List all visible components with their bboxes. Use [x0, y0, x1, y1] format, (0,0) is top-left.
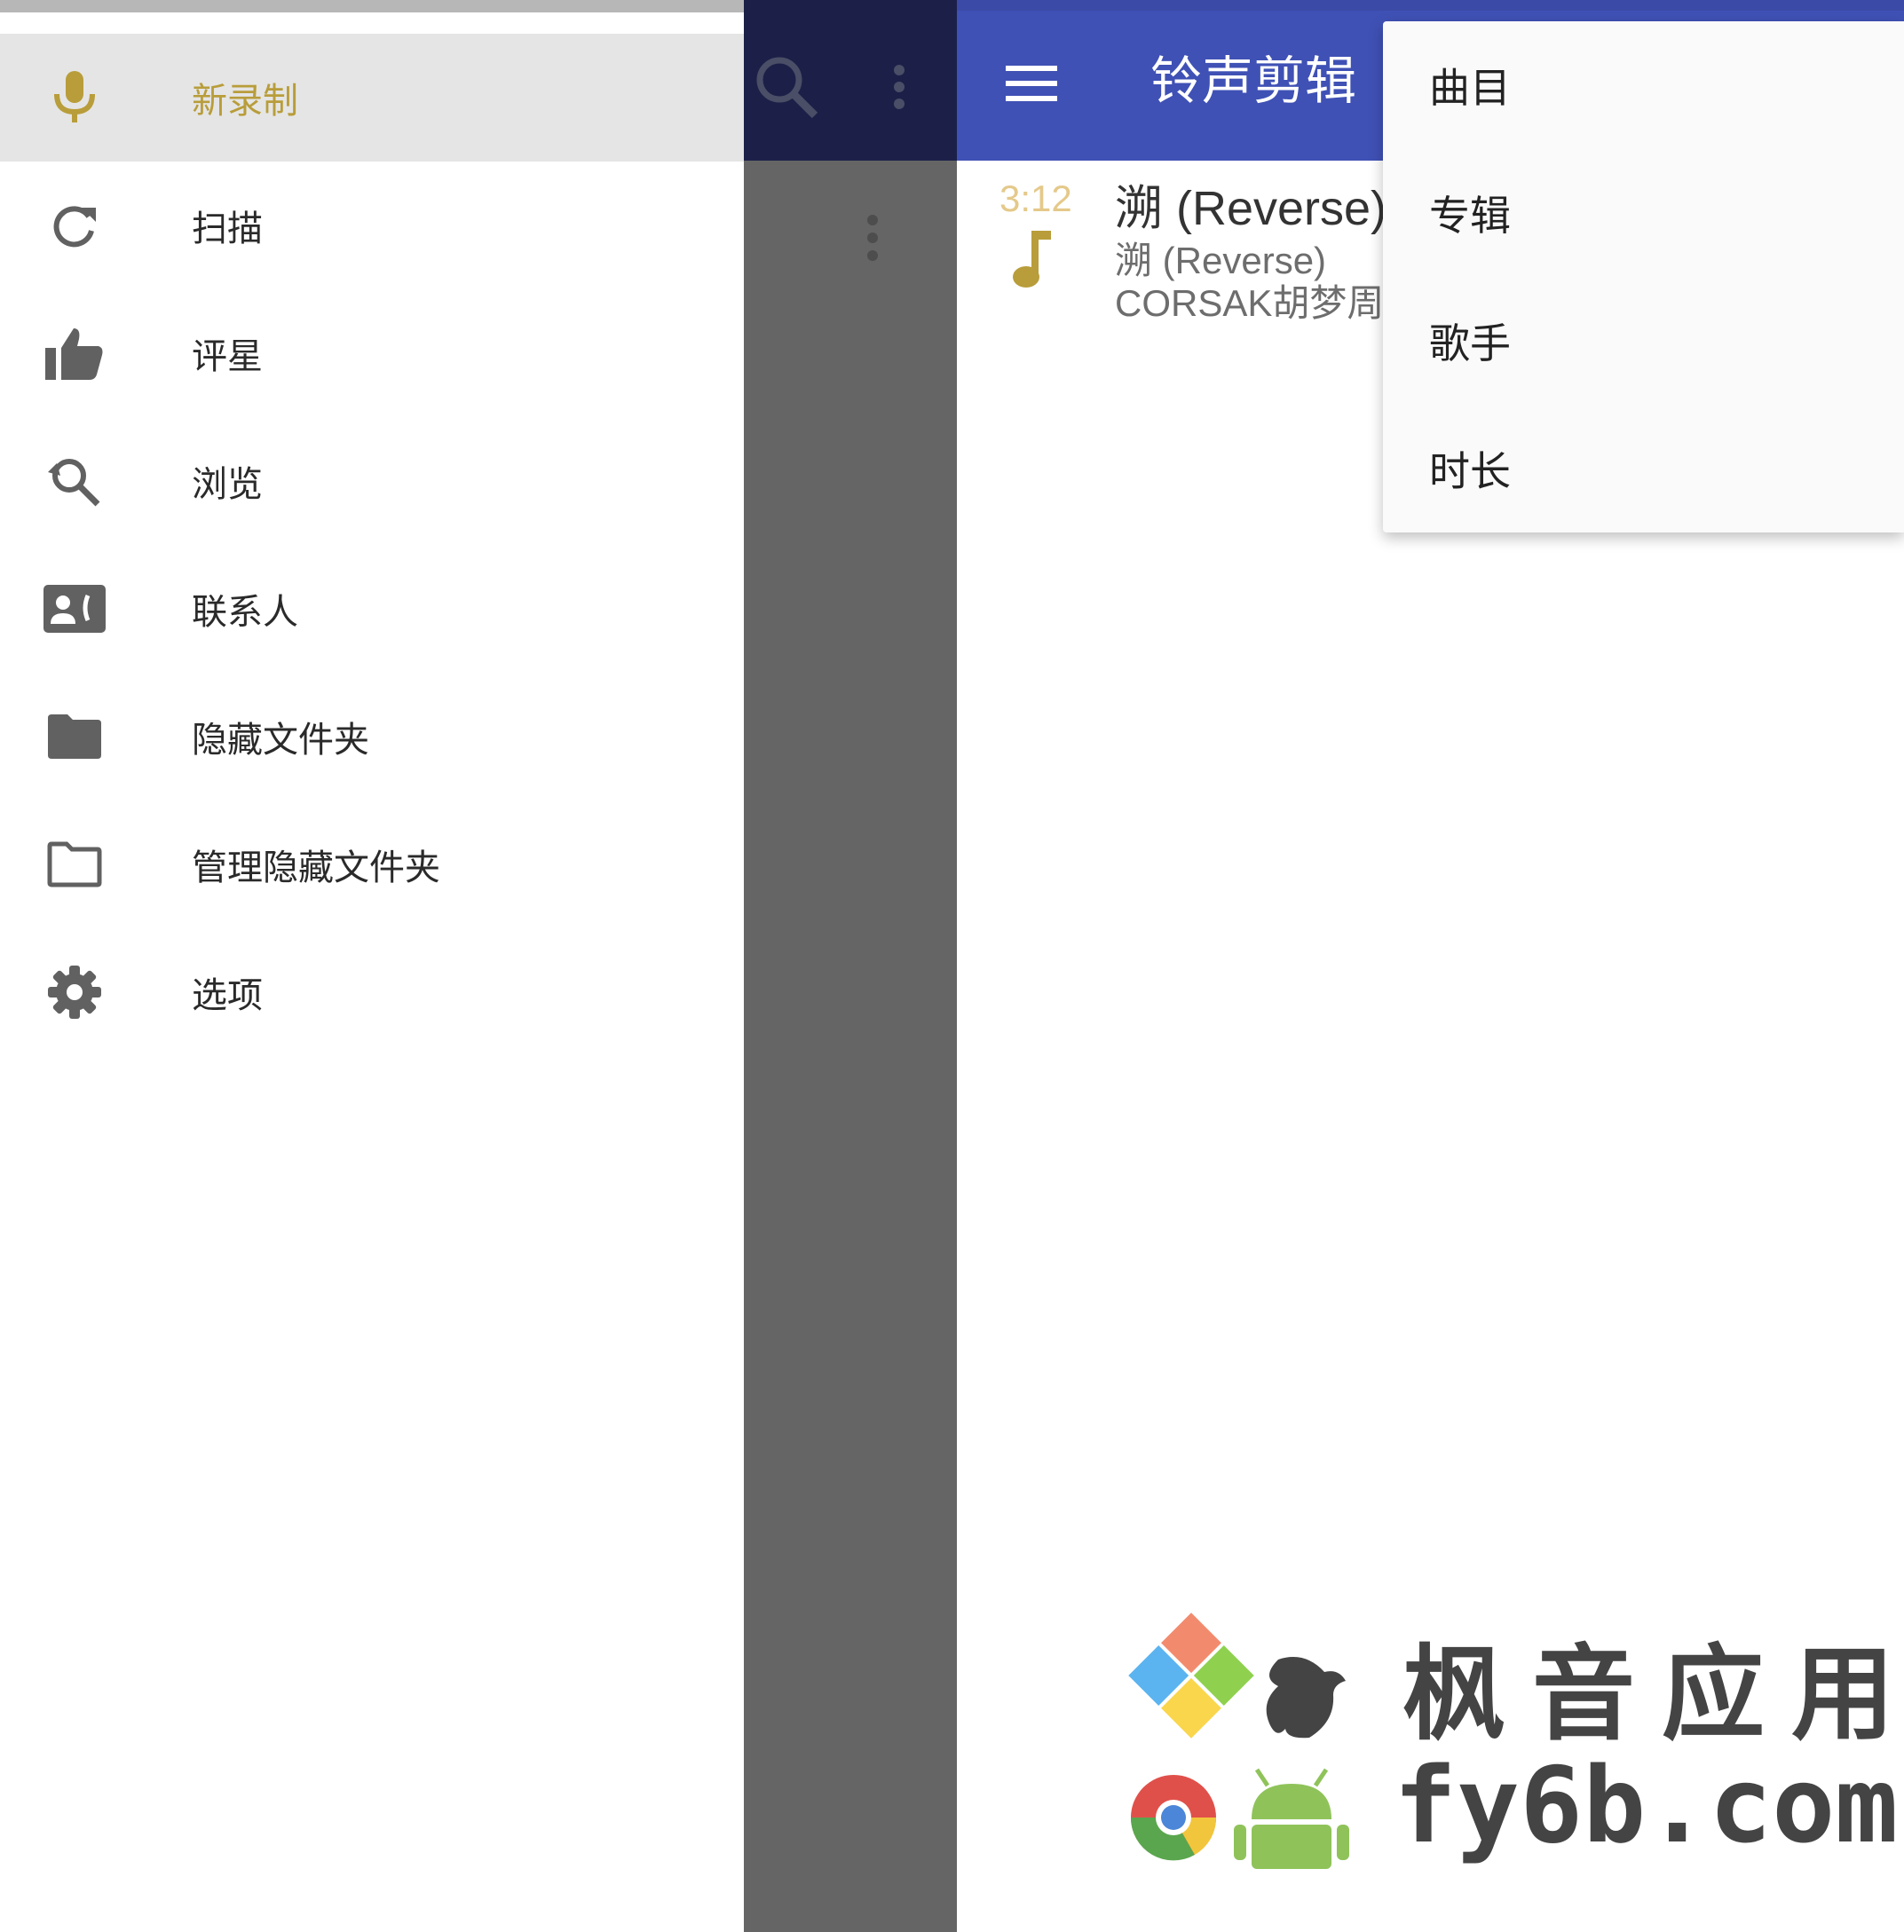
hamburger-menu-icon[interactable]: [1006, 64, 1057, 106]
toolbar-status-strip: [957, 0, 1904, 11]
watermark-text-url: fy6b.com: [1394, 1744, 1899, 1866]
menu-item-label: 歌手: [1429, 319, 1511, 367]
refresh-icon: [0, 162, 149, 289]
thumb-up-icon: [0, 289, 149, 417]
drawer-label: 评星: [192, 336, 263, 377]
drawer-item-settings[interactable]: 选项: [0, 928, 744, 1056]
drawer-item-scan[interactable]: 扫描: [0, 162, 744, 289]
sort-popup-menu: 曲目 专辑 歌手 时长: [1383, 21, 1904, 532]
menu-item-label: 时长: [1429, 447, 1511, 495]
song-artist: CORSAK胡梦周: [1115, 282, 1385, 324]
song-duration: 3:12: [999, 177, 1072, 219]
drawer-label: 联系人: [192, 592, 298, 633]
drawer-label: 新录制: [192, 81, 298, 122]
app-title: 铃声剪辑: [1150, 51, 1357, 111]
song-title: 溯 (Reverse): [1115, 182, 1387, 235]
gear-icon: [0, 928, 149, 1056]
drawer-item-new-recording[interactable]: 新录制: [0, 34, 744, 162]
drawer-item-rate[interactable]: 评星: [0, 289, 744, 417]
status-bar: [0, 0, 744, 12]
menu-item-track[interactable]: 曲目: [1383, 21, 1904, 149]
search-icon[interactable]: [753, 53, 820, 124]
folder-filled-icon: [0, 673, 149, 800]
menu-item-album[interactable]: 专辑: [1383, 149, 1904, 277]
menu-item-label: 曲目: [1429, 64, 1511, 112]
menu-item-artist[interactable]: 歌手: [1383, 277, 1904, 405]
menu-item-label: 专辑: [1429, 192, 1511, 240]
drawer-label: 管理隐藏文件夹: [192, 848, 440, 888]
folder-outline-icon: [0, 800, 149, 928]
scrim-overlay[interactable]: [744, 0, 957, 1932]
drawer-item-manage-hidden-folders[interactable]: 管理隐藏文件夹: [0, 800, 744, 928]
drawer-item-contacts[interactable]: 联系人: [0, 545, 744, 673]
drawer-label: 扫描: [192, 209, 263, 249]
drawer-label: 选项: [192, 975, 263, 1016]
music-note-icon: [1010, 229, 1055, 295]
watermark-text-cn: 枫音应用: [1402, 1635, 1904, 1755]
menu-item-duration[interactable]: 时长: [1383, 405, 1904, 532]
search-history-icon: [0, 417, 149, 545]
drawer-item-browse[interactable]: 浏览: [0, 417, 744, 545]
row-more-vert-icon[interactable]: [861, 213, 884, 266]
mic-icon: [0, 34, 149, 162]
drawer-label: 隐藏文件夹: [192, 720, 369, 761]
contact-card-icon: [0, 545, 149, 673]
more-vert-icon[interactable]: [888, 64, 911, 114]
drawer-item-hidden-folders[interactable]: 隐藏文件夹: [0, 673, 744, 800]
drawer-label: 浏览: [192, 464, 263, 505]
watermark-logo: [1127, 1606, 1367, 1876]
